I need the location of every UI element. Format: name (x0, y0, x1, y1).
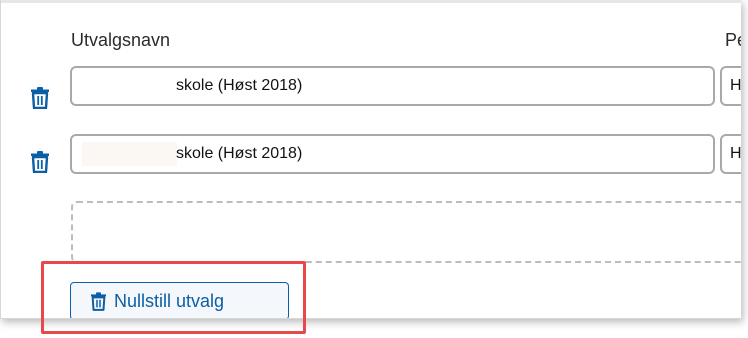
highlight-box (41, 261, 306, 334)
period-field[interactable]: Høst 2018 (720, 66, 741, 106)
period-text: Høst 2018 (730, 77, 741, 94)
trash-icon (31, 87, 49, 109)
delete-row-button[interactable] (29, 149, 51, 175)
selection-name-field[interactable]: skole (Høst 2018) (70, 134, 715, 174)
selection-name-text: skole (Høst 2018) (176, 77, 303, 94)
period-field[interactable]: Høst 2018 (720, 134, 741, 174)
selection-name-text: skole (Høst 2018) (176, 145, 303, 162)
trash-icon (31, 151, 49, 173)
add-selection-dropzone[interactable] (71, 201, 741, 263)
selection-name-field[interactable]: skole (Høst 2018) (70, 66, 715, 106)
delete-row-button[interactable] (29, 85, 51, 111)
column-header-name: Utvalgsnavn (71, 30, 171, 50)
period-text: Høst 2018 (730, 145, 741, 162)
column-header-period: Pe (725, 30, 741, 50)
redacted-text (82, 142, 177, 166)
panel-top-edge (1, 0, 741, 3)
